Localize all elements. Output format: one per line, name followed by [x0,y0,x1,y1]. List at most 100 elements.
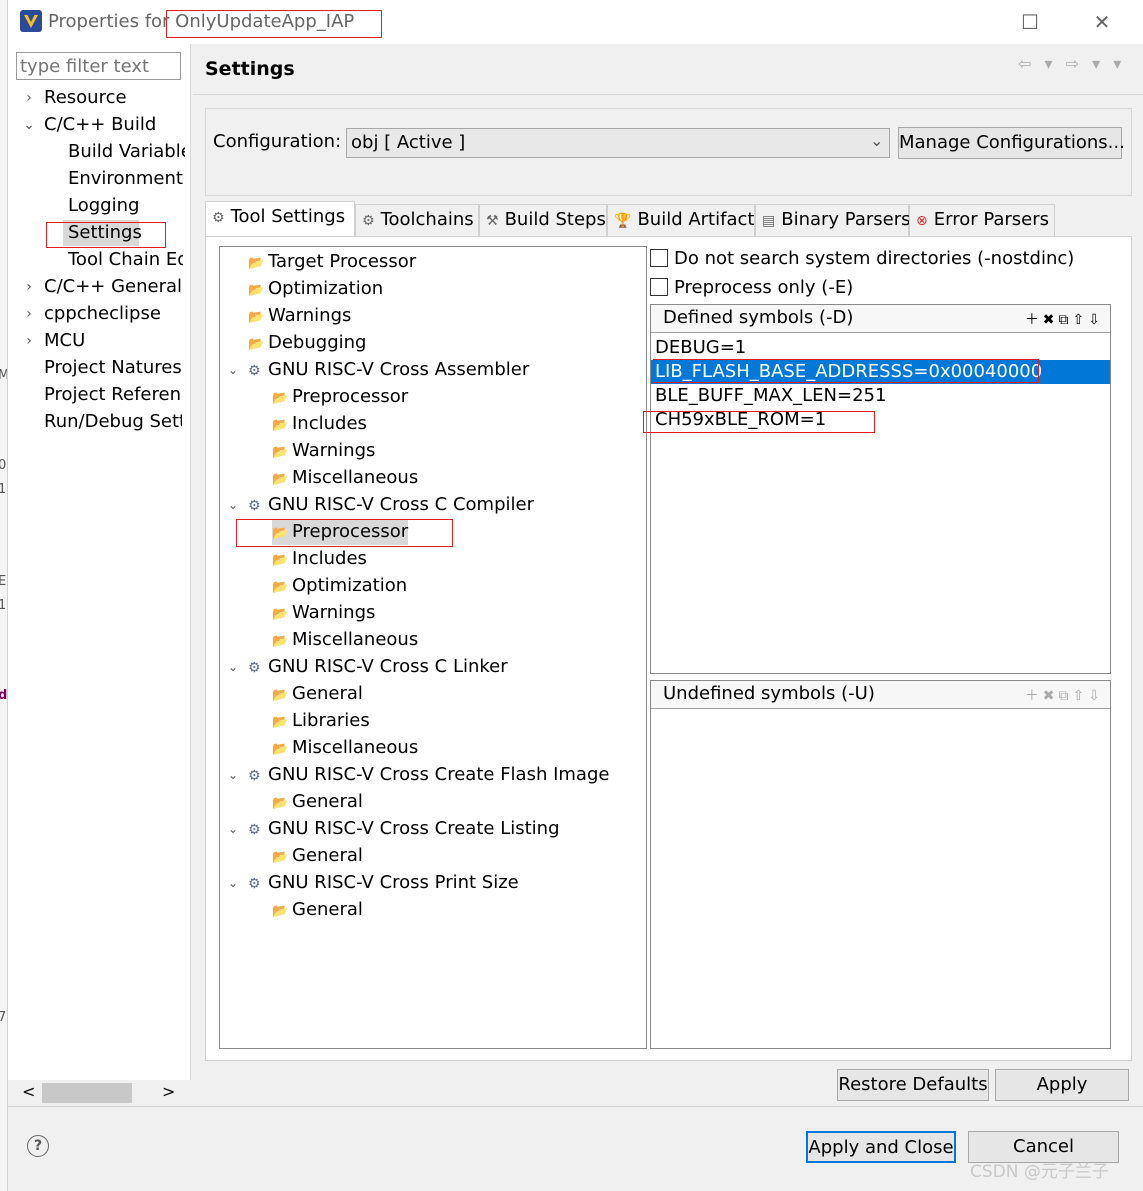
maximize-button[interactable]: ☐ [1010,8,1050,36]
tree-item-c-optimization[interactable]: 📂 Optimization [272,573,407,599]
build-steps-icon: ⚒ [486,213,499,229]
apply-button[interactable]: Apply [995,1069,1129,1101]
scroll-left-icon[interactable]: < [22,1082,35,1101]
tree-item-debugging[interactable]: 📂 Debugging [248,330,366,356]
folder-icon: 📂 [248,337,265,352]
tree-item-print-size-general[interactable]: 📂 General [272,897,363,923]
tree-item-linker-general[interactable]: 📂 General [272,681,363,707]
tree-item-target-processor[interactable]: 📂 Target Processor [248,249,416,275]
chevron-down-icon[interactable]: ⌄ [228,654,238,680]
maximize-icon: ☐ [1021,10,1039,34]
nav-item-project-natures[interactable]: Project Natures [44,355,183,381]
chevron-down-icon[interactable]: ⌄ [228,357,238,383]
scroll-right-icon[interactable]: > [162,1082,175,1101]
undefined-symbols-list[interactable]: Undefined symbols (-U) ＋✖⧉⇧⇩ [650,680,1111,1049]
tree-item-c-includes[interactable]: 📂 Includes [272,546,367,572]
nav-item-cppcheclipse[interactable]: › cppcheclipse [8,301,188,327]
nav-item-environment[interactable]: Environment [68,166,185,192]
nav-item-logging[interactable]: Logging [68,193,185,219]
tree-item-print-size[interactable]: ⌄ ⚙ GNU RISC-V Cross Print Size [220,870,519,896]
chevron-down-icon[interactable]: ⌄ [228,762,238,788]
tree-item-label: General [292,899,363,920]
defined-symbols-list[interactable]: Defined symbols (-D) ＋✖⧉⇧⇩ DEBUG=1 LIB_F… [643,304,1111,674]
gear-icon: ⚙ [248,660,261,676]
chevron-right-icon[interactable]: › [22,85,36,111]
list-toolbar-icons[interactable]: ＋✖⧉⇧⇩ [1025,309,1104,329]
chevron-down-icon[interactable]: ⌄ [870,131,883,150]
tab-label: Build Steps [504,209,606,230]
tree-item-c-miscellaneous[interactable]: 📂 Miscellaneous [272,627,418,653]
tree-item-create-listing[interactable]: ⌄ ⚙ GNU RISC-V Cross Create Listing [220,816,560,842]
tree-item-asm-preprocessor[interactable]: 📂 Preprocessor [272,384,408,410]
navigation-panel: › Resource ⌄ C/C++ Build Build Variables… [8,44,191,1106]
tree-item-warnings[interactable]: 📂 Warnings [248,303,351,329]
tab-label: Error Parsers [933,209,1050,230]
nav-item-tool-chain-editor[interactable]: Tool Chain Editor [68,247,183,273]
nav-item-mcu[interactable]: › MCU [8,328,188,354]
tree-item-flash-general[interactable]: 📂 General [272,789,363,815]
symbol-row[interactable]: BLE_BUFF_MAX_LEN=251 [651,384,1110,408]
tree-item-create-flash-image[interactable]: ⌄ ⚙ GNU RISC-V Cross Create Flash Image [220,762,609,788]
restore-defaults-button[interactable]: Restore Defaults [837,1069,989,1101]
tree-item-label: Miscellaneous [292,737,419,758]
gear-icon: ⚙ [248,768,261,784]
chevron-right-icon[interactable]: › [22,274,36,300]
manage-configurations-button[interactable]: Manage Configurations... [898,127,1125,159]
nav-item-cpp-general[interactable]: › C/C++ General [8,274,188,300]
nostdinc-option[interactable]: Do not search system directories (-nostd… [650,247,1074,271]
tree-item-listing-general[interactable]: 📂 General [272,843,363,869]
preprocess-only-checkbox[interactable] [650,278,668,296]
nav-item-cpp-build[interactable]: ⌄ C/C++ Build [8,112,188,138]
scrollbar-thumb[interactable] [42,1083,132,1103]
nostdinc-checkbox[interactable] [650,249,668,267]
chevron-right-icon[interactable]: › [22,301,36,327]
tree-item-asm-includes[interactable]: 📂 Includes [272,411,367,437]
help-icon[interactable]: ? [27,1135,49,1157]
tree-item-linker-libraries[interactable]: 📂 Libraries [272,708,370,734]
tree-item-cross-assembler[interactable]: ⌄ ⚙ GNU RISC-V Cross Assembler [220,357,529,383]
history-navigation[interactable]: ⇦ ▾ ⇨ ▾ ▾ [1018,54,1125,73]
close-button[interactable]: ✕ [1082,8,1122,36]
nostdinc-label: Do not search system directories (-nostd… [674,248,1075,269]
tree-item-asm-miscellaneous[interactable]: 📂 Miscellaneous [272,465,418,491]
folder-icon: 📂 [272,472,289,487]
tree-item-c-warnings[interactable]: 📂 Warnings [272,600,375,626]
chevron-down-icon[interactable]: ⌄ [228,816,238,842]
symbol-row[interactable]: DEBUG=1 [651,336,1110,360]
tree-item-label: GNU RISC-V Cross C Linker [268,656,508,677]
tree-item-cross-c-compiler[interactable]: ⌄ ⚙ GNU RISC-V Cross C Compiler [220,492,534,518]
chevron-down-icon[interactable]: ⌄ [228,870,238,896]
folder-icon: 📂 [272,418,289,433]
tree-item-label: GNU RISC-V Cross Print Size [268,872,519,893]
folder-icon: 📂 [272,580,289,595]
nav-item-resource[interactable]: › Resource [8,85,188,111]
configuration-select[interactable]: obj [ Active ] [346,128,890,158]
tree-item-label: General [292,683,363,704]
preprocess-only-option[interactable]: Preprocess only (-E) [650,276,853,300]
tool-settings-tree[interactable]: 📂 Target Processor 📂 Optimization 📂 Warning… [219,246,647,1049]
tree-item-linker-miscellaneous[interactable]: 📂 Miscellaneous [272,735,418,761]
nav-item-label: C/C++ General [44,276,183,297]
divider [8,1106,1143,1107]
tab-error-parsers[interactable]: ⊗ Error Parsers [909,204,1055,236]
nav-item-run-debug-settings[interactable]: Run/Debug Settings [44,409,182,435]
tree-item-asm-warnings[interactable]: 📂 Warnings [272,438,375,464]
gear-icon: ⚙ [248,822,261,838]
tab-build-artifact[interactable]: 🏆 Build Artifact [607,204,755,236]
tree-item-optimization[interactable]: 📂 Optimization [248,276,383,302]
chevron-down-icon[interactable]: ⌄ [228,492,238,518]
nav-item-build-variables[interactable]: Build Variables [68,139,185,165]
tree-item-cross-c-linker[interactable]: ⌄ ⚙ GNU RISC-V Cross C Linker [220,654,508,680]
chevron-down-icon[interactable]: ⌄ [22,112,36,138]
list-toolbar-icons[interactable]: ＋✖⧉⇧⇩ [1025,685,1104,705]
page-title: Settings [205,58,295,80]
tab-toolchains[interactable]: ⚙ Toolchains [355,204,479,236]
nav-item-project-references[interactable]: Project References [44,382,182,408]
filter-input[interactable] [16,52,181,80]
tab-binary-parsers[interactable]: ▤ Binary Parsers [755,204,911,236]
chevron-right-icon[interactable]: › [22,328,36,354]
tab-tool-settings[interactable]: ⚙ Tool Settings [205,201,355,236]
nav-horizontal-scrollbar[interactable]: < > [8,1080,191,1106]
tab-build-steps[interactable]: ⚒ Build Steps [479,204,607,236]
apply-and-close-button[interactable]: Apply and Close [806,1131,956,1163]
